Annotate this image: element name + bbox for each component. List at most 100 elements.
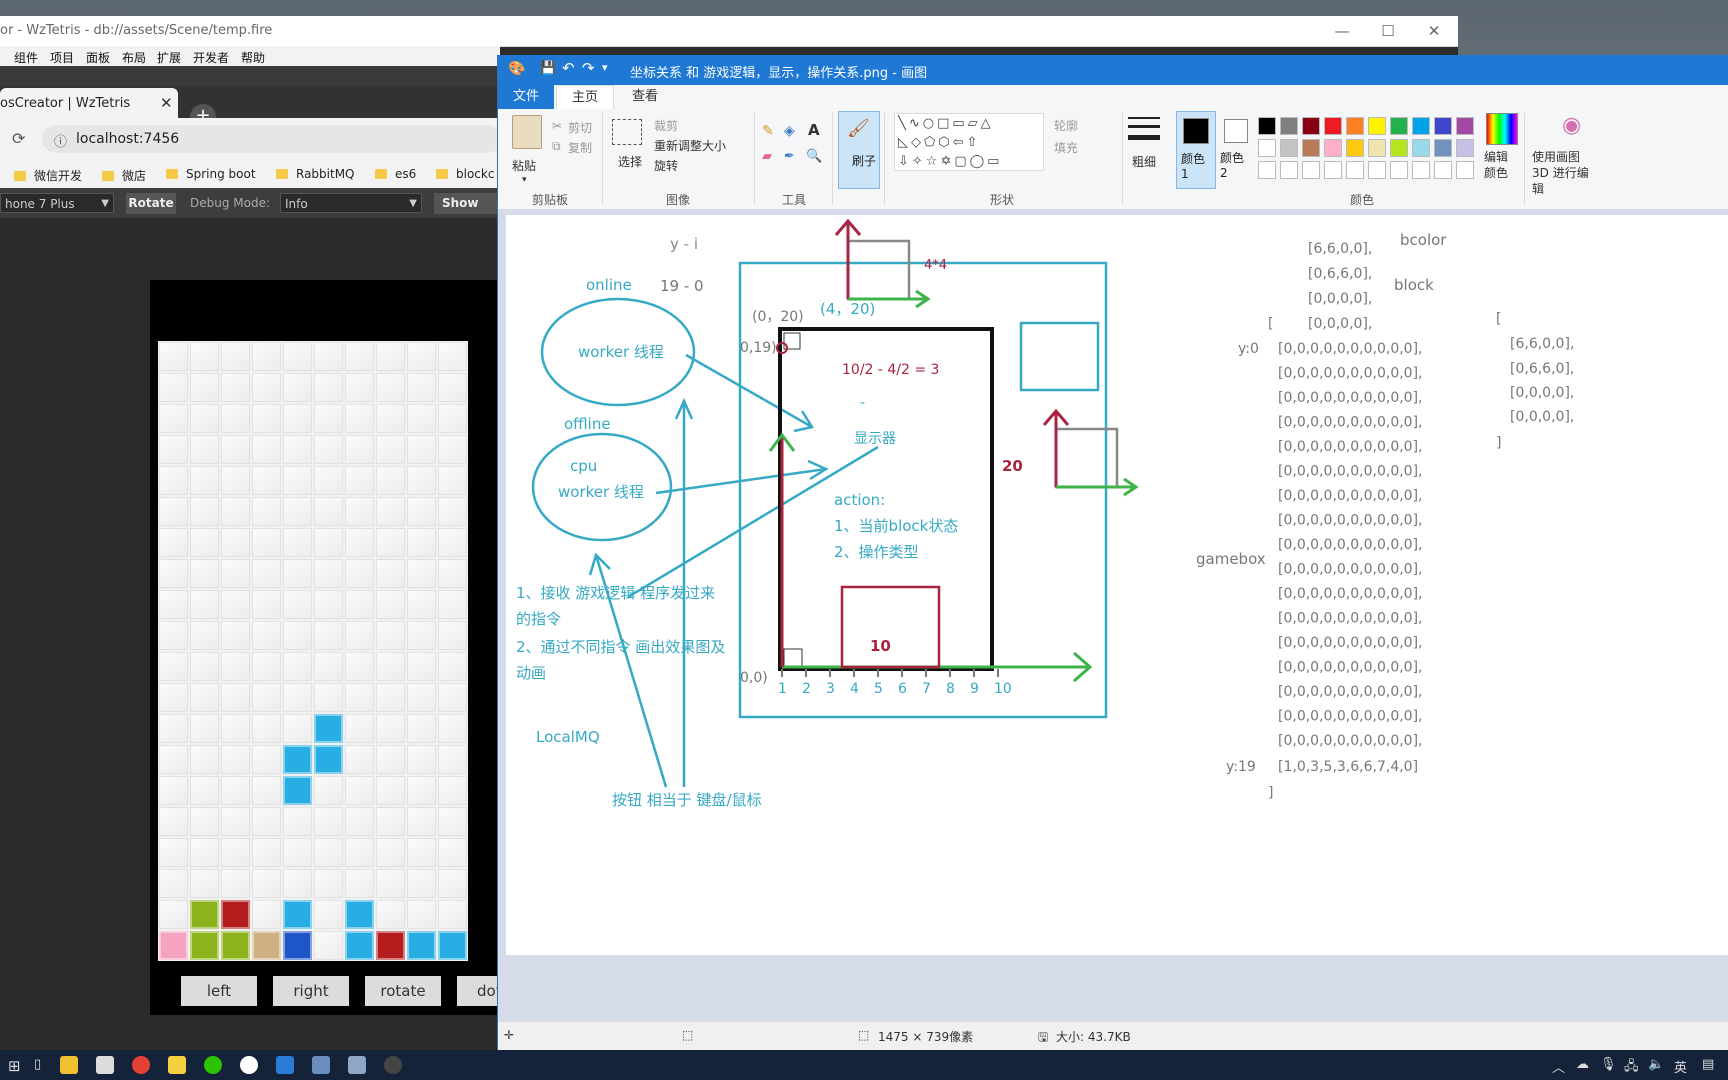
tray-chevron-icon[interactable]: ︿ [1552, 1057, 1565, 1076]
left-button[interactable]: left [181, 976, 257, 1006]
menu-item-layout[interactable]: 布局 [122, 49, 146, 66]
palette-swatch[interactable] [1280, 139, 1298, 157]
cocos-icon[interactable] [312, 1056, 330, 1074]
menu-item-component[interactable]: 组件 [14, 49, 38, 66]
save-icon[interactable]: 💾 [540, 61, 556, 76]
redo-icon[interactable]: ↷ [582, 59, 595, 77]
paint3d-icon[interactable]: ◉ [1562, 113, 1581, 138]
game-canvas[interactable]: left right rotate dov [150, 280, 505, 1015]
palette-swatch[interactable] [1434, 117, 1452, 135]
clock-app-icon[interactable] [384, 1056, 402, 1074]
palette-swatch[interactable] [1456, 139, 1474, 157]
app-icon[interactable] [240, 1056, 258, 1074]
address-bar[interactable]: ⓘ localhost:7456 [42, 125, 502, 153]
notes-icon[interactable] [168, 1056, 186, 1074]
drawing-canvas[interactable]: y - i 19 - 0 online worker 线程 offline cp… [506, 215, 1728, 955]
mic-icon[interactable]: 🎙 [1600, 1057, 1617, 1072]
paint-taskbar-icon[interactable] [348, 1056, 366, 1074]
copy-button[interactable]: 复制 [568, 139, 592, 156]
device-select[interactable]: hone 7 Plus ▼ [0, 193, 114, 213]
palette-swatch[interactable] [1346, 117, 1364, 135]
bookmark-blockchain[interactable]: blockc [436, 167, 494, 181]
tab-close-icon[interactable]: ✕ [160, 94, 173, 112]
volume-icon[interactable]: 🔈 [1648, 1057, 1664, 1072]
palette-swatch[interactable] [1412, 139, 1430, 157]
bookmark-weidian[interactable]: 微店 [102, 167, 146, 184]
color2-button[interactable]: 颜色 2 [1218, 111, 1252, 187]
maximize-icon[interactable]: ☐ [1366, 18, 1410, 44]
palette-empty-swatch[interactable] [1412, 161, 1430, 179]
network-icon[interactable]: 🖧 [1624, 1057, 1639, 1079]
palette-empty-swatch[interactable] [1390, 161, 1408, 179]
minimize-icon[interactable]: — [1320, 18, 1364, 44]
magnifier-icon[interactable]: 🔍 [806, 149, 822, 164]
palette-empty-swatch[interactable] [1302, 161, 1320, 179]
menu-item-extension[interactable]: 扩展 [157, 49, 181, 66]
store-icon[interactable] [96, 1056, 114, 1074]
debug-mode-select[interactable]: Info ▼ [280, 193, 422, 213]
menu-item-panel[interactable]: 面板 [86, 49, 110, 66]
palette-swatch[interactable] [1412, 117, 1430, 135]
size-button[interactable]: 粗细 [1132, 153, 1156, 170]
palette-swatch[interactable] [1390, 139, 1408, 157]
palette-swatch[interactable] [1368, 117, 1386, 135]
rotate-game-button[interactable]: rotate [365, 976, 441, 1006]
vscode-icon[interactable] [276, 1056, 294, 1074]
start-icon[interactable]: ⊞ [8, 1057, 21, 1075]
eraser-icon[interactable]: ▰ [762, 149, 772, 164]
palette-empty-swatch[interactable] [1324, 161, 1342, 179]
paint3d-button[interactable]: 使用画图 3D 进行编辑 [1532, 149, 1596, 197]
palette-swatch[interactable] [1368, 139, 1386, 157]
palette-swatch[interactable] [1434, 139, 1452, 157]
palette-swatch[interactable] [1302, 139, 1320, 157]
palette-empty-swatch[interactable] [1456, 161, 1474, 179]
taskview-icon[interactable]: ▯ [34, 1057, 41, 1072]
fill-button[interactable]: 填充 [1054, 139, 1078, 156]
menu-item-project[interactable]: 项目 [50, 49, 74, 66]
palette-swatch[interactable] [1258, 139, 1276, 157]
notification-icon[interactable]: ▤ [1702, 1057, 1714, 1072]
crop-button[interactable]: 裁剪 [654, 117, 678, 134]
palette-swatch[interactable] [1390, 117, 1408, 135]
fill-bucket-icon[interactable]: ◈ [784, 123, 795, 139]
quick-access-chevron-icon[interactable]: ▾ [602, 61, 608, 74]
wechat-icon[interactable] [204, 1056, 222, 1074]
select-icon[interactable] [612, 119, 642, 145]
tab-view[interactable]: 查看 [616, 85, 674, 109]
chevron-down-icon[interactable]: ▾ [522, 175, 527, 185]
rotate-image-button[interactable]: 旋转 [654, 157, 678, 174]
clipboard-icon[interactable] [512, 115, 542, 149]
bookmark-rabbitmq[interactable]: RabbitMQ [276, 167, 355, 181]
edit-colors-button[interactable]: 编辑颜色 [1484, 149, 1518, 181]
select-button[interactable]: 选择 [618, 153, 642, 170]
palette-empty-swatch[interactable] [1434, 161, 1452, 179]
palette-swatch[interactable] [1346, 139, 1364, 157]
bookmark-es6[interactable]: es6 [375, 167, 416, 181]
bookmark-wechat-dev[interactable]: 微信开发 [14, 167, 82, 184]
menu-item-developer[interactable]: 开发者 [193, 49, 229, 66]
palette-swatch[interactable] [1324, 117, 1342, 135]
info-icon[interactable]: ⓘ [54, 131, 67, 150]
reload-icon[interactable]: ⟳ [12, 129, 25, 148]
tab-home[interactable]: 主页 [556, 85, 614, 109]
color-picker-icon[interactable]: ✒ [784, 149, 795, 164]
palette-swatch[interactable] [1324, 139, 1342, 157]
outline-button[interactable]: 轮廓 [1054, 117, 1078, 134]
brush-button[interactable]: 🖌 刷子 [838, 111, 880, 189]
undo-icon[interactable]: ↶ [562, 59, 575, 77]
palette-empty-swatch[interactable] [1346, 161, 1364, 179]
palette-swatch[interactable] [1280, 117, 1298, 135]
cut-button[interactable]: 剪切 [568, 119, 592, 136]
menu-item-help[interactable]: 帮助 [241, 49, 265, 66]
palette-swatch[interactable] [1302, 117, 1320, 135]
palette-empty-swatch[interactable] [1258, 161, 1276, 179]
onedrive-icon[interactable]: ☁ [1576, 1057, 1589, 1072]
show-fps-button[interactable]: Show FPS [434, 193, 504, 231]
down-button[interactable]: dov [457, 976, 505, 1006]
explorer-icon[interactable] [60, 1056, 78, 1074]
chrome-icon[interactable] [132, 1056, 150, 1074]
palette-empty-swatch[interactable] [1280, 161, 1298, 179]
edit-colors-icon[interactable] [1486, 113, 1518, 145]
pencil-icon[interactable]: ✎ [762, 123, 774, 139]
right-button[interactable]: right [273, 976, 349, 1006]
